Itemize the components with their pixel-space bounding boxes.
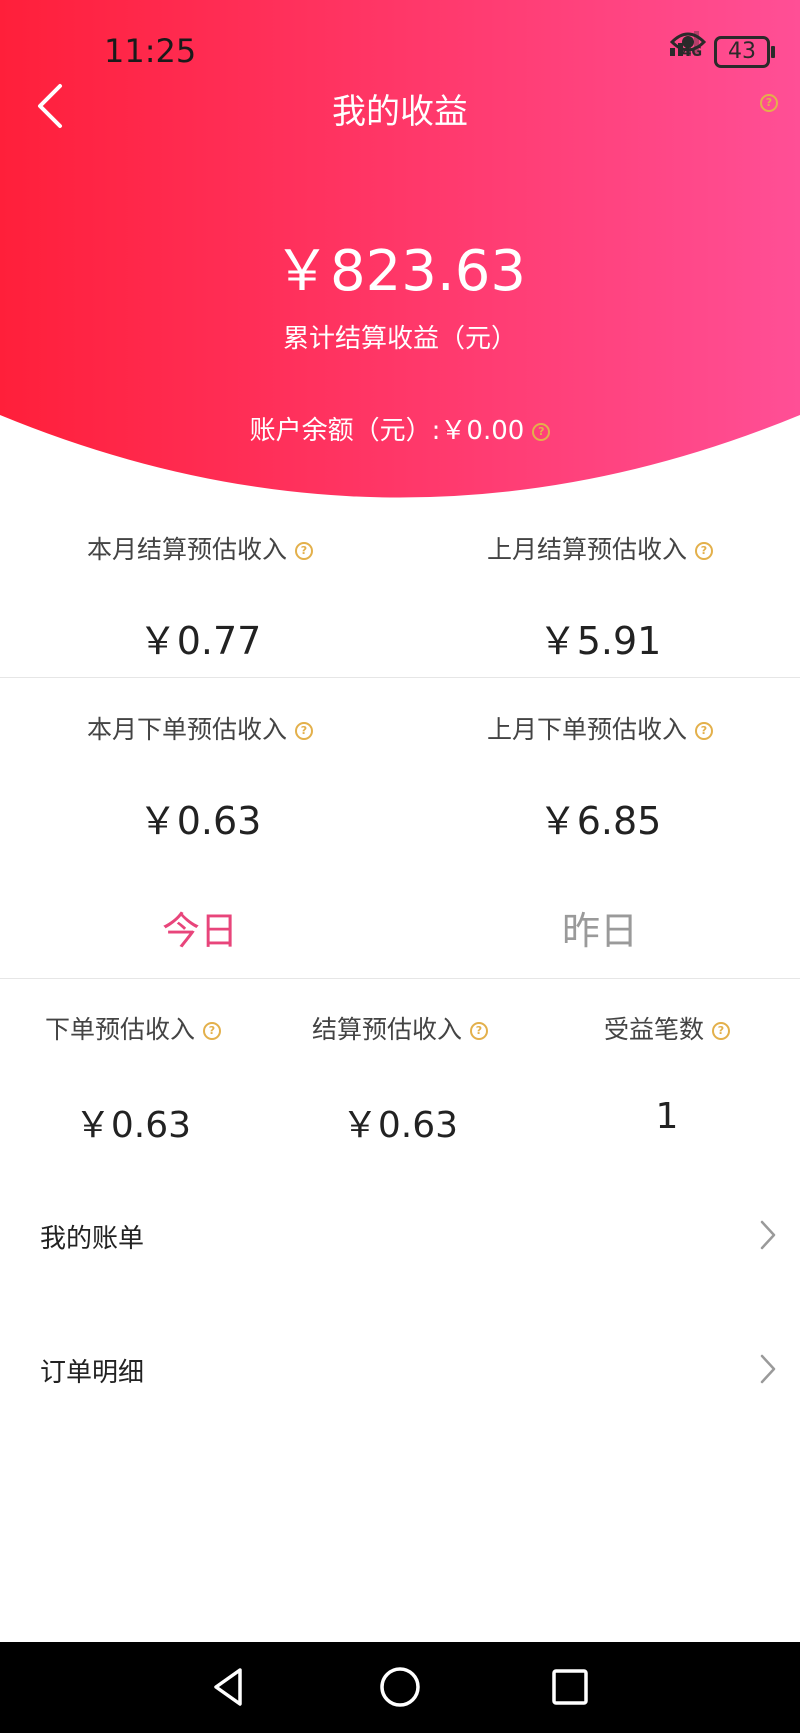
divider [0,677,800,678]
stat-label: 下单预估收入? [0,1010,266,1046]
system-nav-bar [0,1642,800,1733]
chevron-right-icon [758,1352,778,1390]
battery-icon: 43 [714,36,775,68]
network-icon: 4G [670,31,702,59]
help-icon[interactable]: ? [470,1022,488,1040]
daily-order-estimate: 下单预估收入? ￥0.63 [0,1010,266,1148]
menu-label: 我的账单 [40,1224,145,1254]
help-icon[interactable]: ? [295,542,313,560]
stat-label: 受益笔数? [534,1010,800,1046]
stat-value: ￥5.91 [538,619,662,663]
stat-value: ￥0.63 [341,1105,459,1146]
stat-value: ￥0.63 [138,799,262,843]
menu-order-details[interactable]: 订单明细 [0,1330,800,1410]
stat-label: 上月结算预估收入? [400,530,800,566]
stat-last-month-ordered: 上月下单预估收入? ￥6.85 [400,710,800,845]
help-icon[interactable]: ? [695,542,713,560]
help-icon[interactable]: ? [760,94,778,112]
help-icon[interactable]: ? [532,422,551,441]
account-balance: 账户余额（元）:￥0.00? [0,410,800,447]
tab-yesterday[interactable]: 昨日 [400,900,800,955]
signal-icon [670,31,700,56]
stat-value: 1 [655,1096,679,1137]
stat-label: 上月下单预估收入? [400,710,800,746]
earnings-header: 11:25 4G 43 我的收益 ? ￥823.63 累计结算收益（元） 账户余… [0,0,800,500]
menu-label: 订单明细 [40,1358,145,1388]
tab-today[interactable]: 今日 [0,900,400,955]
nav-back-button[interactable] [204,1662,254,1712]
help-icon[interactable]: ? [295,722,313,740]
account-balance-text: 账户余额（元）:￥0.00 [249,416,525,446]
nav-recents-button[interactable] [545,1662,595,1712]
divider [0,978,800,979]
status-icons: 4G 43 [670,30,775,74]
stat-label: 结算预估收入? [267,1010,533,1046]
stat-value: ￥0.77 [138,619,262,663]
page-title: 我的收益 [332,92,468,132]
stat-label: 本月下单预估收入? [0,710,400,746]
stat-value: ￥0.63 [74,1105,192,1146]
chevron-right-icon [758,1218,778,1256]
stat-value: ￥6.85 [538,799,662,843]
stat-this-month-ordered: 本月下单预估收入? ￥0.63 [0,710,400,845]
help-icon[interactable]: ? [712,1022,730,1040]
stat-last-month-settled: 上月结算预估收入? ￥5.91 [400,530,800,665]
stat-label: 本月结算预估收入? [0,530,400,566]
status-time: 11:25 [104,32,197,70]
menu-my-bills[interactable]: 我的账单 [0,1196,800,1276]
daily-settled-estimate: 结算预估收入? ￥0.63 [267,1010,533,1148]
total-earnings-label: 累计结算收益（元） [282,324,517,354]
nav-home-button[interactable] [375,1662,425,1712]
triangle-back-icon [214,1668,242,1706]
circle-home-icon [380,1667,420,1707]
daily-count: 受益笔数? 1 [534,1010,800,1137]
help-icon[interactable]: ? [695,722,713,740]
stat-this-month-settled: 本月结算预估收入? ￥0.77 [0,530,400,665]
help-icon[interactable]: ? [203,1022,221,1040]
square-recents-icon [552,1669,588,1705]
total-earnings-amount: ￥823.63 [274,239,526,304]
